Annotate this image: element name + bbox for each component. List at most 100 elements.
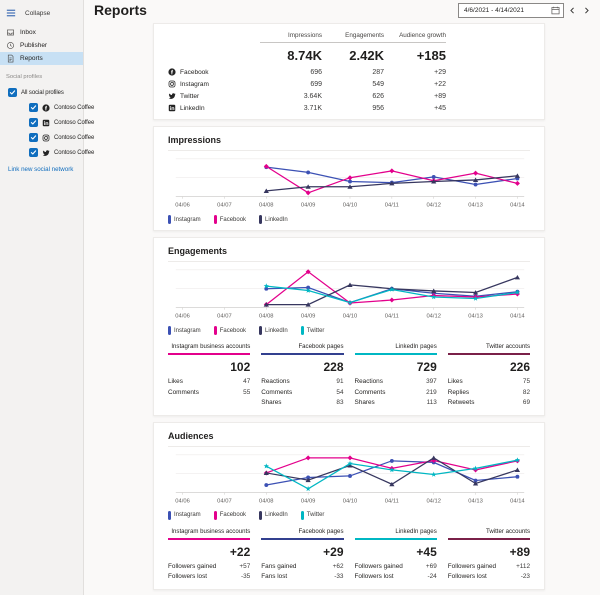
metric-label: Comments (261, 388, 293, 396)
checkbox-checked[interactable] (29, 148, 38, 157)
stats-metric-row: Followers gained +112 (448, 562, 530, 573)
link-new-social-network[interactable]: Link new social network (0, 160, 83, 173)
legend-item-linkedin[interactable]: LinkedIn (259, 215, 288, 224)
publisher-icon (6, 41, 15, 50)
stats-metric-row: Comments 55 (168, 388, 250, 399)
summary-cell-value: 3.71K (303, 104, 322, 112)
stats-metric-row: Comments 219 (355, 388, 437, 399)
previous-period-button[interactable] (567, 3, 578, 18)
data-point-facebook (389, 168, 395, 174)
stats-metric-row: Likes 75 (448, 377, 530, 388)
x-axis-tick-label: 04/13 (468, 498, 483, 504)
audiences-chart: 04/06 04/07 04/08 04/09 04/10 04/11 04/12 04/13… (175, 454, 525, 504)
stats-column-header: Twitter accounts (447, 528, 530, 540)
date-range-value: 4/6/2021 - 4/14/2021 (464, 6, 524, 14)
metric-label: Likes (168, 378, 183, 385)
next-period-button[interactable] (581, 3, 592, 18)
legend-marker-twitter (300, 510, 304, 520)
stats-metric-row: Comments 54 (261, 388, 343, 399)
legend-item-facebook[interactable]: Facebook (213, 510, 247, 520)
data-point-instagram (473, 182, 478, 187)
legend-label: Instagram (174, 327, 201, 334)
legend-item-linkedin[interactable]: LinkedIn (259, 510, 288, 520)
impressions-legend: Instagram Facebook LinkedIn (168, 215, 530, 224)
sidebar-item-label: Reports (20, 55, 43, 62)
x-axis-tick-label: 04/12 (426, 314, 441, 320)
metric-value: 91 (336, 378, 344, 385)
metric-value: 75 (522, 378, 530, 385)
stats-total-value: 102 (230, 360, 251, 374)
legend-label: Facebook (219, 512, 247, 518)
checkbox-checked[interactable] (29, 118, 38, 127)
metric-label: Reactions (261, 378, 290, 385)
date-range-input[interactable]: 4/6/2021 - 4/14/2021 (458, 2, 564, 18)
legend-marker-facebook (213, 215, 217, 224)
legend-item-facebook[interactable]: Facebook (213, 215, 247, 224)
legend-item-twitter[interactable]: Twitter (300, 326, 324, 335)
summary-total-value: 2.42K (349, 48, 384, 63)
legend-marker-twitter (300, 326, 304, 335)
x-axis-tick-label: 04/11 (385, 498, 399, 504)
metric-label: Reactions (354, 378, 383, 385)
collapse-button[interactable]: Collapse (0, 0, 83, 26)
network-name: Twitter (180, 92, 200, 100)
profile-item-linkedin[interactable]: Contoso Coffee (0, 115, 94, 130)
summary-header-spacer (168, 36, 260, 39)
checkbox-checked[interactable] (8, 88, 17, 97)
legend-item-instagram[interactable]: Instagram (168, 215, 201, 224)
metric-value: 55 (243, 388, 251, 396)
sidebar-item-label: Publisher (20, 42, 48, 49)
metric-value: -35 (241, 573, 251, 580)
data-point-facebook (473, 170, 479, 176)
profile-item-facebook[interactable]: Contoso Coffee (0, 100, 94, 115)
metric-label: Followers lost (168, 573, 208, 580)
legend-item-instagram[interactable]: Instagram (168, 326, 201, 335)
stats-metric-row: Fans gained +62 (261, 562, 343, 573)
metric-value: -24 (427, 573, 437, 580)
data-point-instagram (389, 458, 394, 463)
metric-label: Followers gained (354, 562, 403, 570)
metric-value: 397 (426, 378, 437, 385)
x-axis-tick-label: 04/10 (343, 203, 358, 209)
legend-item-facebook[interactable]: Facebook (213, 326, 246, 335)
data-point-facebook (305, 454, 311, 460)
stats-total-value: 729 (416, 360, 437, 374)
page-title: Reports (94, 2, 147, 18)
engagements-section: Engagements 04/06 04/07 04/08 04/09 04/10 04/… (153, 237, 545, 416)
data-point-instagram (348, 473, 352, 478)
sidebar-nav: Inbox Publisher Reports (0, 26, 83, 65)
stats-column-header: LinkedIn pages (354, 343, 437, 355)
profile-item-instagram[interactable]: Contoso Coffee (0, 130, 94, 145)
stats-column-header: Instagram business accounts (168, 343, 251, 355)
x-axis-tick-label: 04/14 (510, 498, 525, 504)
sidebar-item-reports[interactable]: Reports (0, 52, 83, 65)
stats-metric-row: Shares 113 (355, 398, 437, 409)
legend-marker-instagram (168, 326, 171, 335)
stats-total-value: +45 (416, 544, 437, 559)
x-axis-tick-label: 04/12 (426, 498, 441, 504)
impressions-title: Impressions (168, 132, 530, 151)
legend-marker-instagram (168, 510, 171, 520)
metric-label: Followers lost (354, 573, 394, 580)
linkedin-icon (42, 119, 50, 127)
sidebar-item-inbox[interactable]: Inbox (0, 26, 83, 39)
summary-cell-value: 626 (372, 92, 384, 100)
summary-total-value: 8.74K (287, 48, 322, 63)
checkbox-checked[interactable] (29, 133, 38, 142)
data-point-facebook (514, 180, 520, 186)
stats-column-header: LinkedIn pages (354, 528, 437, 540)
legend-item-twitter[interactable]: Twitter (300, 510, 324, 520)
legend-item-linkedin[interactable]: LinkedIn (259, 326, 288, 335)
checkbox-checked[interactable] (29, 103, 38, 112)
reports-icon (6, 54, 15, 63)
all-social-profiles-item[interactable]: All social profiles (0, 85, 83, 100)
legend-label: Facebook (219, 216, 247, 223)
stats-column-linkedin-pages: LinkedIn pages +45 Followers gained +69 Foll… (354, 528, 437, 583)
sidebar-item-publisher[interactable]: Publisher (0, 39, 83, 52)
profile-item-twitter[interactable]: Contoso Coffee (0, 145, 94, 160)
engagements-title: Engagements (168, 243, 530, 262)
stats-metric-row: Shares 83 (261, 398, 343, 409)
calendar-icon (551, 6, 560, 15)
legend-item-instagram[interactable]: Instagram (168, 510, 201, 520)
data-point-instagram (306, 170, 311, 175)
